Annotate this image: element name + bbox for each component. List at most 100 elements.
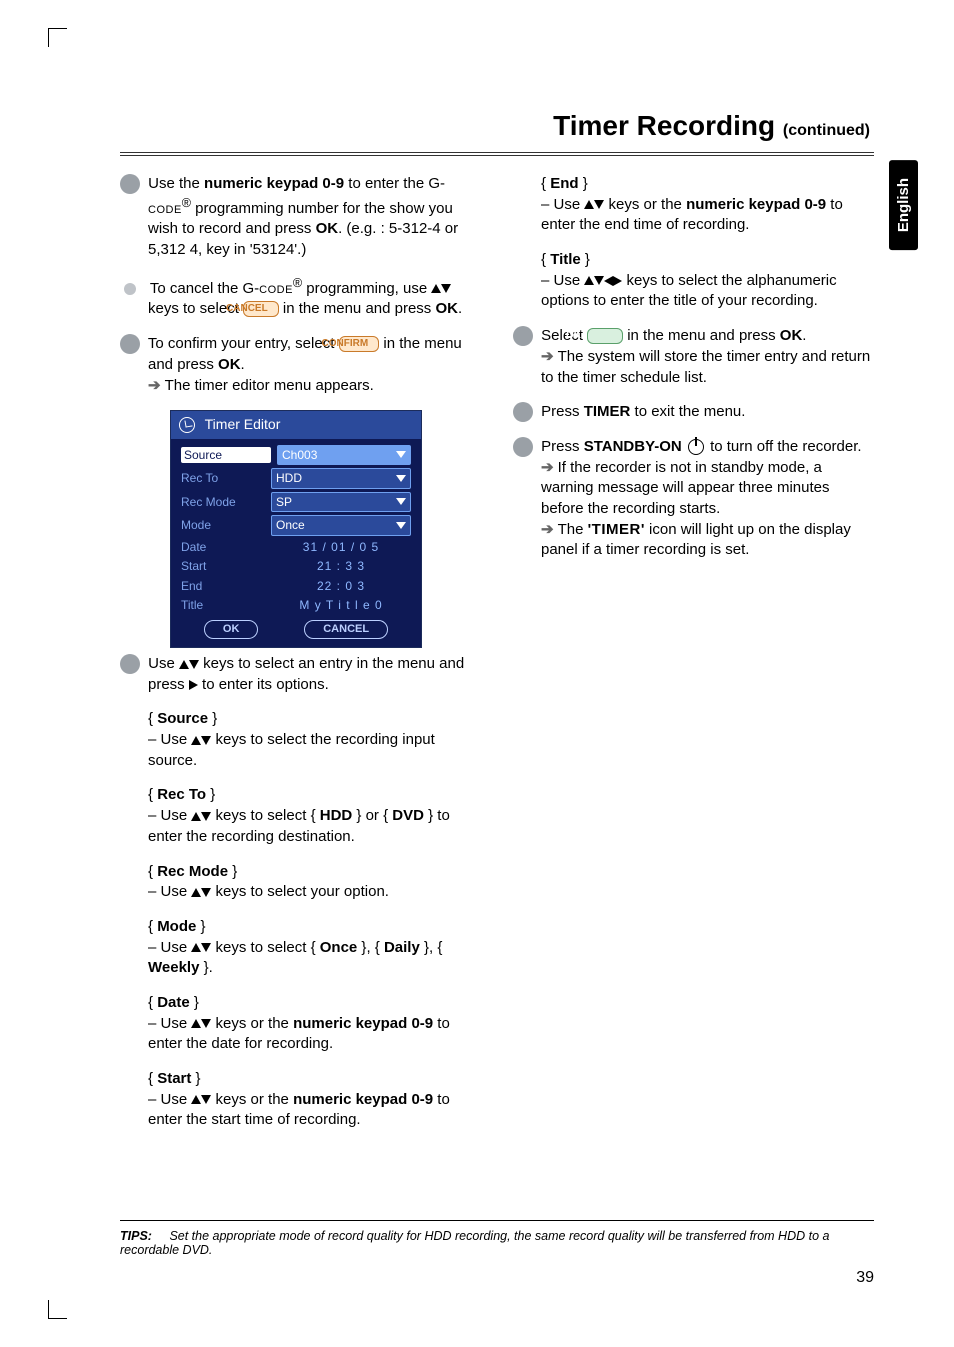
t: .: [241, 356, 245, 373]
te-value-start: 21 : 3 3: [271, 558, 411, 575]
down-arrow-icon: [441, 284, 451, 293]
te-label-end: End: [181, 578, 271, 595]
t: – Use: [148, 807, 191, 824]
t: OK: [780, 327, 803, 344]
step-7-badge: 7: [513, 326, 533, 346]
down-arrow-icon: [594, 276, 604, 285]
t: Press: [541, 403, 584, 420]
te-value-end: 22 : 0 3: [271, 578, 411, 595]
te-ok-button[interactable]: OK: [204, 620, 259, 639]
ok-pill: OK: [587, 328, 623, 344]
footer-tips: TIPS: Set the appropriate mode of record…: [120, 1220, 874, 1257]
opt-end: { End } – Use keys or the numeric keypad…: [513, 174, 874, 236]
tips-label: TIPS:: [120, 1229, 152, 1243]
opt-mode: { Mode } – Use keys to select { Once }, …: [120, 917, 481, 979]
t: STANDBY-ON: [584, 438, 682, 455]
cancel-note: To cancel the G-code® programming, use k…: [120, 275, 481, 320]
step-9-result-1: ➔If the recorder is not in standby mode,…: [513, 458, 874, 520]
t: – Use: [148, 731, 191, 748]
te-buttons: OK CANCEL: [181, 620, 411, 639]
title-divider: [120, 152, 874, 156]
t: to exit the menu.: [630, 403, 745, 420]
down-arrow-icon: [201, 943, 211, 952]
t: – Use: [148, 939, 191, 956]
t: code: [148, 200, 182, 217]
t: 'TIMER': [588, 521, 645, 538]
title-continued: (continued): [783, 122, 870, 139]
tips-text: Set the appropriate mode of record quali…: [120, 1229, 829, 1257]
t: Source: [157, 710, 208, 727]
opt-title: { Title } – Use keys to select the alpha…: [513, 250, 874, 312]
chevron-down-icon: [396, 498, 406, 505]
t: The: [558, 521, 588, 538]
t: HDD: [276, 470, 302, 487]
te-dropdown-mode[interactable]: Once: [271, 515, 411, 536]
t: .: [802, 327, 806, 344]
te-cancel-button[interactable]: CANCEL: [304, 620, 388, 639]
t: } or {: [352, 807, 392, 824]
t: code: [259, 280, 293, 297]
chevron-down-icon: [396, 451, 406, 458]
reg-mark: ®: [182, 196, 191, 210]
page-number: 39: [856, 1269, 874, 1287]
step-9: 9 Press STANDBY-ON to turn off the recor…: [513, 437, 874, 561]
te-row-start: Start 21 : 3 3: [181, 558, 411, 575]
down-arrow-icon: [201, 736, 211, 745]
down-arrow-icon: [201, 888, 211, 897]
te-dropdown-recto[interactable]: HDD: [271, 468, 411, 489]
t: TIMER: [584, 403, 631, 420]
chevron-down-icon: [396, 522, 406, 529]
t: numeric keypad 0-9: [204, 175, 344, 192]
t: }, {: [420, 939, 443, 956]
step-5-result: ➔The timer editor menu appears.: [120, 376, 481, 397]
up-arrow-icon: [584, 276, 594, 285]
step-5: 5 To confirm your entry, select CONFIRM …: [120, 334, 481, 396]
t: Use: [148, 655, 179, 672]
step-7-result: ➔The system will store the timer entry a…: [513, 347, 874, 388]
t: to enter its options.: [198, 676, 329, 693]
step-5-text: To confirm your entry, select CONFIRM in…: [148, 335, 462, 373]
opt-source: { Source } – Use keys to select the reco…: [120, 709, 481, 771]
t: in the menu and press: [623, 327, 780, 344]
te-dropdown-recmode[interactable]: SP: [271, 492, 411, 513]
te-label-recto: Rec To: [181, 470, 271, 487]
language-tab: English: [889, 160, 918, 250]
te-row-recmode: Rec Mode SP: [181, 492, 411, 513]
t: .: [458, 300, 462, 317]
t: to enter the G-: [344, 175, 445, 192]
step-6: 6 Use keys to select an entry in the men…: [120, 654, 481, 695]
t: – Use: [541, 196, 584, 213]
t: keys to select {: [211, 807, 319, 824]
t: To confirm your entry, select: [148, 335, 339, 352]
t: }.: [199, 959, 212, 976]
result-arrow-icon: ➔: [541, 348, 554, 365]
up-arrow-icon: [191, 1019, 201, 1028]
step-4: 4 Use the numeric keypad 0-9 to enter th…: [120, 174, 481, 261]
page: English Timer Recording (continued) 4 Us…: [0, 0, 954, 1347]
te-dropdown-source[interactable]: Ch003: [277, 445, 411, 466]
t: End: [550, 175, 578, 192]
t: Mode: [157, 918, 196, 935]
t: to turn off the recorder.: [706, 438, 862, 455]
result-arrow-icon: ➔: [148, 377, 161, 394]
opt-start: { Start } – Use keys or the numeric keyp…: [120, 1069, 481, 1131]
t: – Use: [148, 1015, 191, 1032]
t: keys or the: [211, 1015, 293, 1032]
timer-editor-body: Source Ch003 Rec To HDD Rec Mode SP Mode: [171, 439, 421, 648]
t: Date: [157, 994, 190, 1011]
t: OK: [316, 220, 339, 237]
timer-editor-panel: Timer Editor Source Ch003 Rec To HDD Rec…: [170, 410, 422, 648]
te-value-title: M y T i t l e 0: [271, 597, 411, 614]
down-arrow-icon: [201, 1019, 211, 1028]
step-9-badge: 9: [513, 437, 533, 457]
step-4-badge: 4: [120, 174, 140, 194]
te-value-date: 31 / 01 / 0 5: [271, 539, 411, 556]
t: Weekly: [148, 959, 199, 976]
t: Daily: [384, 939, 420, 956]
t: Rec To: [157, 786, 206, 803]
te-label-date: Date: [181, 539, 271, 556]
step-7-text: Select OK in the menu and press OK.: [541, 327, 806, 344]
opt-date: { Date } – Use keys or the numeric keypa…: [120, 993, 481, 1055]
t: OK: [435, 300, 458, 317]
bullet-icon: [124, 283, 136, 295]
